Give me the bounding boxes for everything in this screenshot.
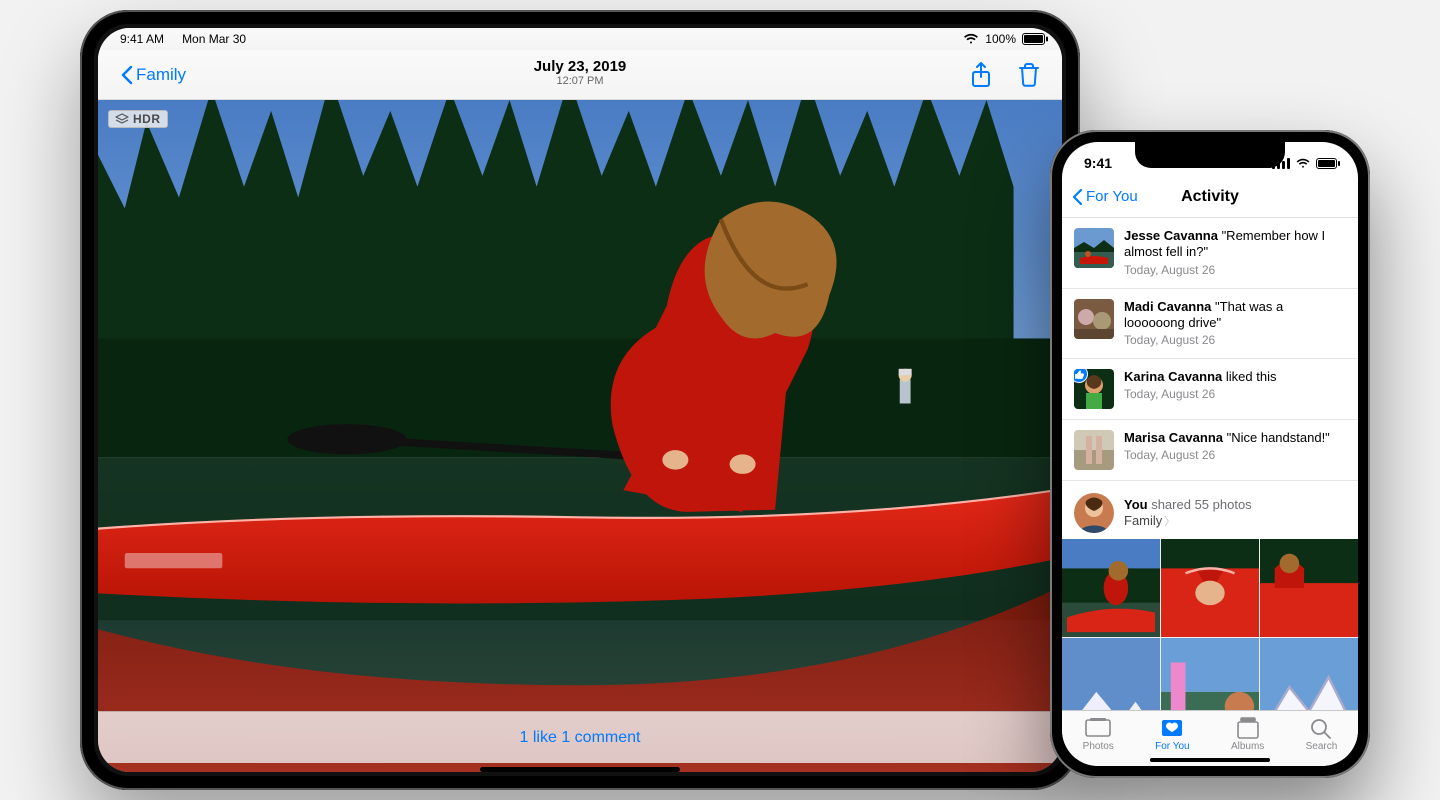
battery-icon — [1316, 158, 1340, 169]
activity-list[interactable]: Jesse Cavanna "Remember how I almost fel… — [1062, 218, 1358, 710]
ipad-navbar: Family July 23, 2019 12:07 PM — [98, 50, 1062, 100]
battery-icon — [1022, 33, 1048, 45]
share-icon[interactable] — [970, 62, 992, 88]
back-button[interactable]: For You — [1072, 188, 1138, 206]
status-time: 9:41 AM — [120, 32, 164, 46]
stack-icon — [115, 113, 129, 125]
activity-thumb — [1074, 369, 1114, 409]
shared-photo-grid — [1062, 539, 1358, 710]
activity-thumb — [1074, 228, 1114, 268]
activity-thumb — [1074, 299, 1114, 339]
status-time: 9:41 — [1084, 155, 1112, 171]
home-indicator[interactable] — [480, 767, 680, 772]
chevron-right-icon: 〉 — [1164, 516, 1175, 528]
tab-albums[interactable]: Albums — [1231, 717, 1264, 752]
iphone-navbar: For You Activity — [1062, 176, 1358, 218]
ipad-statusbar: 9:41 AM Mon Mar 30 100% — [98, 28, 1062, 50]
iphone-screen: 9:41 For Yo — [1062, 142, 1358, 766]
grid-photo[interactable] — [1062, 539, 1160, 637]
main-photo — [98, 100, 1062, 772]
activity-item[interactable]: Marisa Cavanna "Nice handstand!" Today, … — [1062, 420, 1358, 481]
grid-photo[interactable] — [1161, 638, 1259, 710]
back-button[interactable]: Family — [120, 65, 186, 85]
wifi-icon — [963, 33, 979, 45]
wifi-icon — [1295, 158, 1311, 169]
grid-photo[interactable] — [1062, 638, 1160, 710]
activity-item[interactable]: Madi Cavanna "That was a loooooong drive… — [1062, 289, 1358, 360]
grid-photo[interactable] — [1260, 539, 1358, 637]
iphone-device: 9:41 For Yo — [1050, 130, 1370, 778]
status-date: Mon Mar 30 — [182, 32, 246, 46]
ipad-screen: 9:41 AM Mon Mar 30 100% — [98, 28, 1062, 772]
hdr-badge: HDR — [108, 110, 168, 128]
photo-date: July 23, 2019 — [98, 58, 1062, 75]
activity-thumb — [1074, 430, 1114, 470]
shared-section-header[interactable]: You shared 55 photos Family〉 — [1062, 481, 1358, 539]
ipad-device: 9:41 AM Mon Mar 30 100% — [80, 10, 1080, 790]
tab-search[interactable]: Search — [1306, 717, 1338, 752]
chevron-left-icon — [120, 65, 134, 85]
grid-photo[interactable] — [1260, 638, 1358, 710]
photo-time: 12:07 PM — [98, 75, 1062, 87]
battery-percent: 100% — [985, 32, 1016, 46]
avatar — [1074, 493, 1114, 533]
back-label: Family — [136, 65, 186, 85]
tab-for-you[interactable]: For You — [1155, 717, 1189, 752]
trash-icon[interactable] — [1018, 62, 1040, 88]
grid-photo[interactable] — [1161, 539, 1259, 637]
likes-comments-button[interactable]: 1 like 1 comment — [98, 711, 1062, 763]
activity-item[interactable]: Karina Cavanna liked this Today, August … — [1062, 359, 1358, 420]
activity-item[interactable]: Jesse Cavanna "Remember how I almost fel… — [1062, 218, 1358, 289]
chevron-left-icon — [1072, 188, 1084, 206]
tab-photos[interactable]: Photos — [1083, 717, 1114, 752]
photo-viewer[interactable]: HDR 1 like 1 comment — [98, 100, 1062, 772]
notch — [1135, 142, 1285, 168]
home-indicator[interactable] — [1150, 758, 1270, 762]
